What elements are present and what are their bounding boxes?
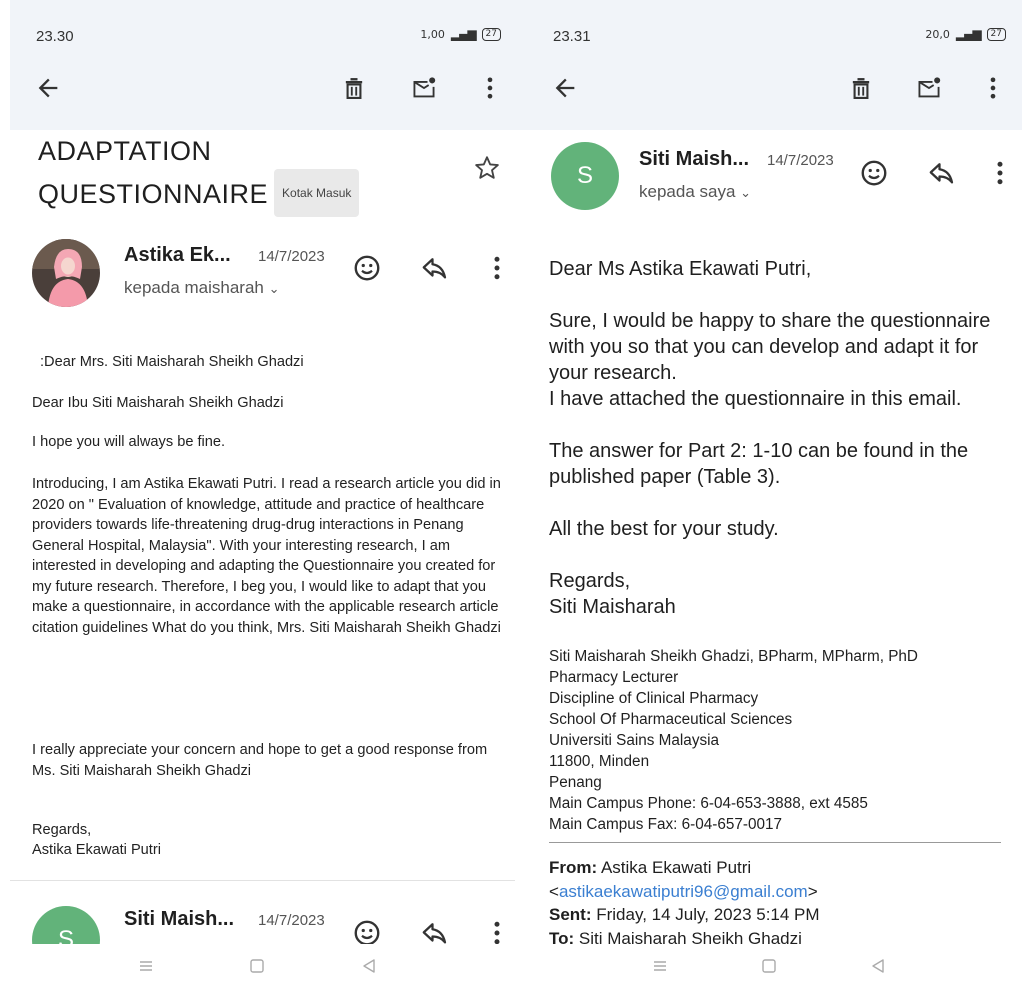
right-phone-screen: 23.31 20,0 ▂▄▆ 27 S Siti Maish... 14/7/2… — [515, 0, 1022, 988]
from-label: From: — [549, 858, 598, 877]
top-app-bar — [515, 0, 1022, 130]
from-value: Astika Ekawati Putri — [600, 858, 752, 877]
email-open-bracket: < — [549, 881, 559, 901]
signature-line: Penang — [549, 774, 602, 791]
battery-icon: 27 — [986, 27, 1006, 41]
emoji-react-icon[interactable] — [859, 158, 889, 188]
body-paragraph-2: I have attached the questionnaire in thi… — [549, 388, 962, 410]
message-divider — [10, 880, 515, 881]
network-speed: 1,00 — [420, 27, 445, 41]
system-nav-bar — [0, 944, 515, 988]
signature-line: Universiti Sains Malaysia — [549, 732, 720, 749]
email-close-bracket: > — [807, 881, 818, 901]
left-phone-screen: 23.30 1,00 ▂▄▆ 27 ADAPTATION QUESTIONNAI… — [0, 0, 515, 988]
reply-icon[interactable] — [927, 158, 957, 188]
star-icon[interactable] — [473, 154, 501, 182]
status-time: 23.30 — [36, 28, 74, 45]
system-nav-bar — [515, 944, 1022, 988]
subject-line-2: QUESTIONNAIRE — [38, 179, 269, 210]
body-paragraph-3: The answer for Part 2: 1-10 can be found… — [549, 440, 969, 488]
delete-icon[interactable] — [847, 74, 875, 102]
signature-line: 11800, Minden — [549, 753, 650, 770]
recipient-line[interactable]: kepada maisharah ⌄ — [124, 278, 280, 298]
recipient-text: kepada maisharah — [124, 278, 264, 297]
battery-icon: 27 — [481, 27, 501, 41]
back-nav-icon[interactable] — [359, 956, 379, 976]
signature-line: Pharmacy Lecturer — [549, 669, 679, 686]
body-paragraph-1: :Dear Mrs. Siti Maisharah Sheikh Ghadzi — [40, 354, 304, 370]
greeting: Dear Ms Astika Ekawati Putri, — [549, 258, 812, 280]
next-sender-name[interactable]: Siti Maish... — [124, 908, 234, 931]
body-paragraph-4: Introducing, I am Astika Ekawati Putri. … — [32, 476, 501, 636]
back-arrow-icon[interactable] — [551, 74, 579, 102]
more-vert-icon[interactable] — [476, 74, 504, 102]
signal-icon: ▂▄▆ — [450, 27, 477, 41]
more-vert-icon[interactable] — [979, 74, 1007, 102]
signature-line: Main Campus Phone: 6-04-653-3888, ext 45… — [549, 795, 868, 812]
reply-icon[interactable] — [420, 253, 450, 283]
chevron-down-icon: ⌄ — [268, 281, 280, 296]
mark-unread-icon[interactable] — [915, 74, 943, 102]
sender-name[interactable]: Siti Maish... — [639, 148, 749, 171]
network-speed: 20,0 — [925, 27, 950, 41]
subject-line-1: ADAPTATION — [38, 136, 212, 166]
body-paragraph-1: Sure, I would be happy to share the ques… — [549, 310, 991, 384]
email-subject: ADAPTATION QUESTIONNAIRE Kotak Masuk — [38, 130, 360, 220]
signature-line: Main Campus Fax: 6-04-657-0017 — [549, 816, 782, 833]
quoted-header: From: Astika Ekawati Putri <astikaekawat… — [549, 856, 1019, 950]
message-date: 14/7/2023 — [767, 152, 834, 169]
body-regards: Regards, — [32, 822, 92, 838]
recent-apps-icon[interactable] — [650, 956, 670, 976]
signature-line: School Of Pharmaceutical Sciences — [549, 711, 793, 728]
delete-icon[interactable] — [340, 74, 368, 102]
status-icons: 20,0 ▂▄▆ 27 — [925, 27, 1006, 41]
sender-email-link[interactable]: astikaekawatiputri96@gmail.com — [559, 882, 808, 901]
body-paragraph-2: Dear Ibu Siti Maisharah Sheikh Ghadzi — [32, 395, 284, 411]
next-message-date: 14/7/2023 — [258, 912, 325, 929]
signature-line: Siti Maisharah Sheikh Ghadzi, BPharm, MP… — [549, 648, 918, 665]
top-app-bar — [10, 0, 515, 130]
closing-line: All the best for your study. — [549, 518, 779, 540]
sender-avatar-photo[interactable] — [32, 239, 100, 307]
regards: Regards, — [549, 570, 631, 592]
message-more-icon[interactable] — [985, 158, 1015, 188]
status-time: 23.31 — [553, 28, 591, 45]
body-paragraph-5: I really appreciate your concern and hop… — [32, 742, 488, 779]
email-signature: Siti Maisharah Sheikh Ghadzi, BPharm, MP… — [549, 646, 1019, 835]
recipient-line[interactable]: kepada saya ⌄ — [639, 182, 751, 202]
quote-divider — [549, 842, 1001, 843]
back-arrow-icon[interactable] — [34, 74, 62, 102]
status-icons: 1,00 ▂▄▆ 27 — [420, 27, 501, 41]
signal-icon: ▂▄▆ — [955, 27, 982, 41]
emoji-react-icon[interactable] — [352, 253, 382, 283]
sender-avatar[interactable]: S — [551, 142, 619, 210]
recent-apps-icon[interactable] — [136, 956, 156, 976]
recipient-text: kepada saya — [639, 182, 736, 201]
message-more-icon[interactable] — [482, 253, 512, 283]
sent-value: Friday, 14 July, 2023 5:14 PM — [596, 905, 820, 924]
body-paragraph-3: I hope you will always be fine. — [32, 434, 226, 450]
signature-line: Discipline of Clinical Pharmacy — [549, 690, 759, 707]
mark-unread-icon[interactable] — [410, 74, 438, 102]
inbox-label-chip[interactable]: Kotak Masuk — [274, 169, 360, 217]
home-icon[interactable] — [247, 956, 267, 976]
message-date: 14/7/2023 — [258, 248, 325, 265]
body-signature-name: Astika Ekawati Putri — [32, 842, 161, 858]
sender-name[interactable]: Astika Ek... — [124, 244, 231, 267]
chevron-down-icon: ⌄ — [740, 185, 752, 200]
home-icon[interactable] — [759, 956, 779, 976]
signoff-name: Siti Maisharah — [549, 596, 676, 618]
sent-label: Sent: — [549, 905, 592, 924]
back-nav-icon[interactable] — [868, 956, 888, 976]
